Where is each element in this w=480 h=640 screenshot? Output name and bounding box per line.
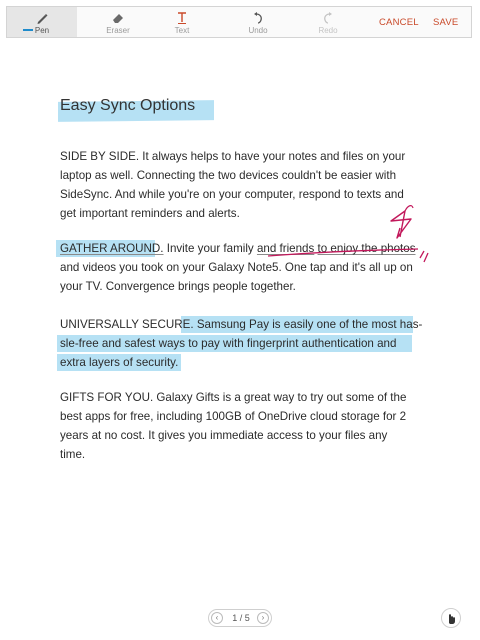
handwritten-annotations	[267, 205, 429, 263]
star-tail-stroke	[404, 205, 414, 212]
hand-glyph	[449, 614, 455, 624]
chevron-right-icon[interactable]: ›	[257, 612, 269, 624]
ink-tick-marks	[419, 250, 429, 263]
chevron-left-icon[interactable]: ‹	[211, 612, 223, 624]
star-doodle	[390, 210, 412, 239]
hand-pointer-icon[interactable]	[441, 608, 461, 628]
page-navigator: ‹ 1 / 5 ›	[208, 609, 272, 627]
page-indicator: 1 / 5	[232, 613, 250, 623]
ink-underline-stroke	[267, 248, 419, 257]
